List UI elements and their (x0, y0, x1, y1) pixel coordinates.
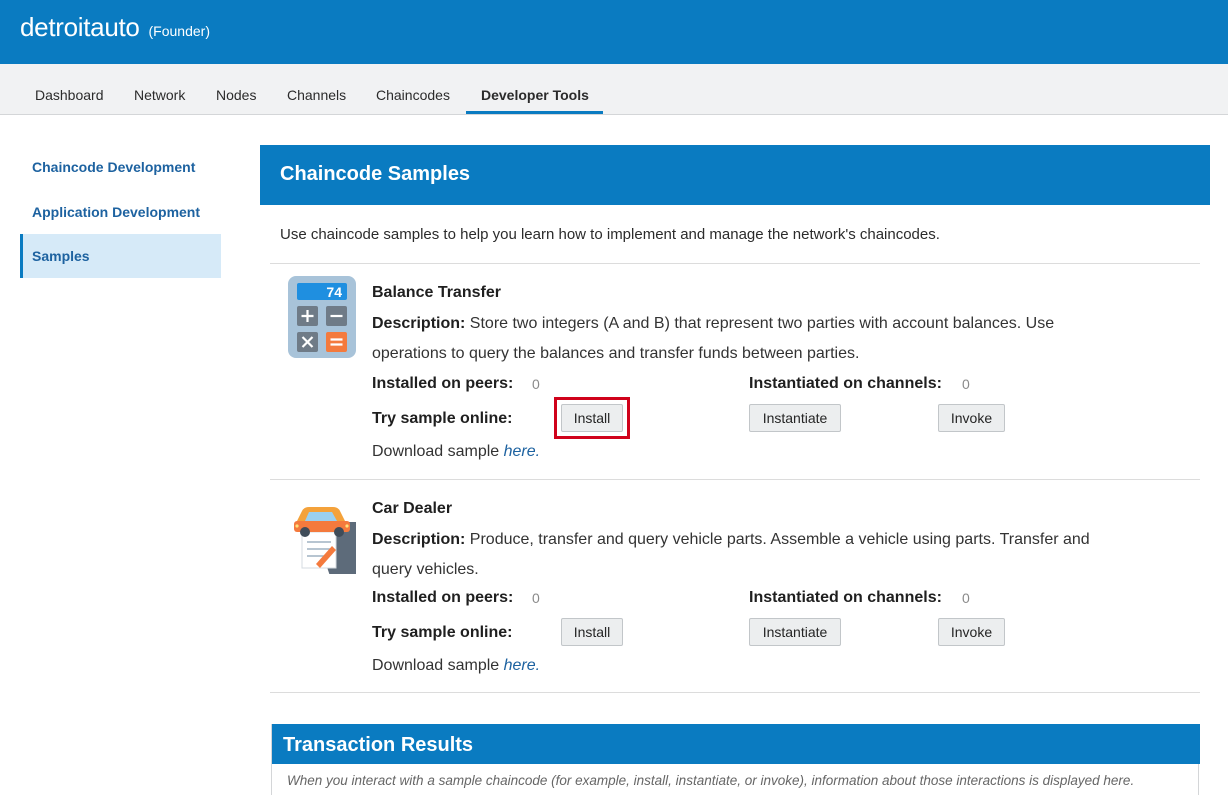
download-sample-text: Download sample here. (372, 443, 540, 461)
sample-card-car-dealer: Car Dealer Description: Produce, transfe… (270, 480, 1200, 694)
sidebar-item-application-development[interactable]: Application Development (20, 190, 221, 234)
sample-description: Description: Produce, transfer and query… (372, 525, 1112, 585)
sidebar-item-samples[interactable]: Samples (20, 234, 221, 278)
try-sample-online-label: Try sample online: (372, 624, 513, 641)
installed-on-peers-count: 0 (532, 590, 540, 606)
download-prefix: Download sample (372, 443, 504, 460)
page-title: Chaincode Samples (280, 163, 471, 185)
sidebar-item-chaincode-development[interactable]: Chaincode Development (20, 145, 221, 189)
installed-on-peers-count: 0 (532, 376, 540, 392)
invoke-button[interactable]: Invoke (938, 404, 1005, 432)
tab-developer-tools[interactable]: Developer Tools (481, 87, 589, 103)
install-button[interactable]: Install (561, 404, 623, 432)
calculator-display: 74 (326, 284, 342, 300)
download-prefix: Download sample (372, 657, 504, 674)
top-bar: detroitauto (Founder) (0, 0, 1228, 64)
sample-title: Balance Transfer (372, 284, 501, 301)
tab-network[interactable]: Network (134, 87, 185, 103)
divider (270, 692, 1200, 693)
installed-on-peers-label: Installed on peers: (372, 589, 514, 606)
description-label: Description: (372, 531, 466, 548)
main-nav-tabs: Dashboard Network Nodes Channels Chainco… (0, 64, 1228, 115)
transaction-results-header: Transaction Results (272, 724, 1200, 764)
tab-nodes[interactable]: Nodes (216, 87, 256, 103)
sample-card-balance-transfer: 74 Balance Transfer Description: Store t… (270, 264, 1200, 478)
download-sample-text: Download sample here. (372, 657, 540, 675)
tab-channels[interactable]: Channels (287, 87, 346, 103)
download-sample-link[interactable]: here. (504, 443, 540, 460)
sample-title: Car Dealer (372, 500, 453, 517)
instantiated-on-channels-label: Instantiated on channels: (749, 589, 942, 606)
org-name: detroitauto (20, 12, 140, 42)
org-role: (Founder) (148, 23, 210, 39)
description-text: Produce, transfer and query vehicle part… (372, 531, 1090, 578)
calculator-icon: 74 (288, 276, 356, 358)
install-button[interactable]: Install (561, 618, 623, 646)
description-text: Store two integers (A and B) that repres… (372, 315, 1055, 362)
sample-description: Description: Store two integers (A and B… (372, 309, 1112, 369)
invoke-button[interactable]: Invoke (938, 618, 1005, 646)
transaction-results-text: When you interact with a sample chaincod… (287, 773, 1135, 788)
instantiated-on-channels-count: 0 (962, 590, 970, 606)
tab-dashboard[interactable]: Dashboard (35, 87, 104, 103)
tab-chaincodes[interactable]: Chaincodes (376, 87, 450, 103)
try-sample-online-label: Try sample online: (372, 410, 513, 427)
description-label: Description: (372, 315, 466, 332)
instantiate-button[interactable]: Instantiate (749, 404, 841, 432)
transaction-results-panel: Transaction Results When you interact wi… (271, 724, 1200, 795)
instantiate-button[interactable]: Instantiate (749, 618, 841, 646)
transaction-results-title: Transaction Results (283, 734, 474, 756)
active-tab-indicator (466, 111, 603, 114)
installed-on-peers-label: Installed on peers: (372, 375, 514, 392)
car-document-icon (294, 507, 356, 574)
org-title: detroitauto (Founder) (20, 12, 210, 43)
instantiated-on-channels-count: 0 (962, 376, 970, 392)
download-sample-link[interactable]: here. (504, 657, 540, 674)
samples-panel-header: Chaincode Samples (260, 145, 1210, 205)
samples-intro-text: Use chaincode samples to help you learn … (280, 226, 940, 243)
instantiated-on-channels-label: Instantiated on channels: (749, 375, 942, 392)
